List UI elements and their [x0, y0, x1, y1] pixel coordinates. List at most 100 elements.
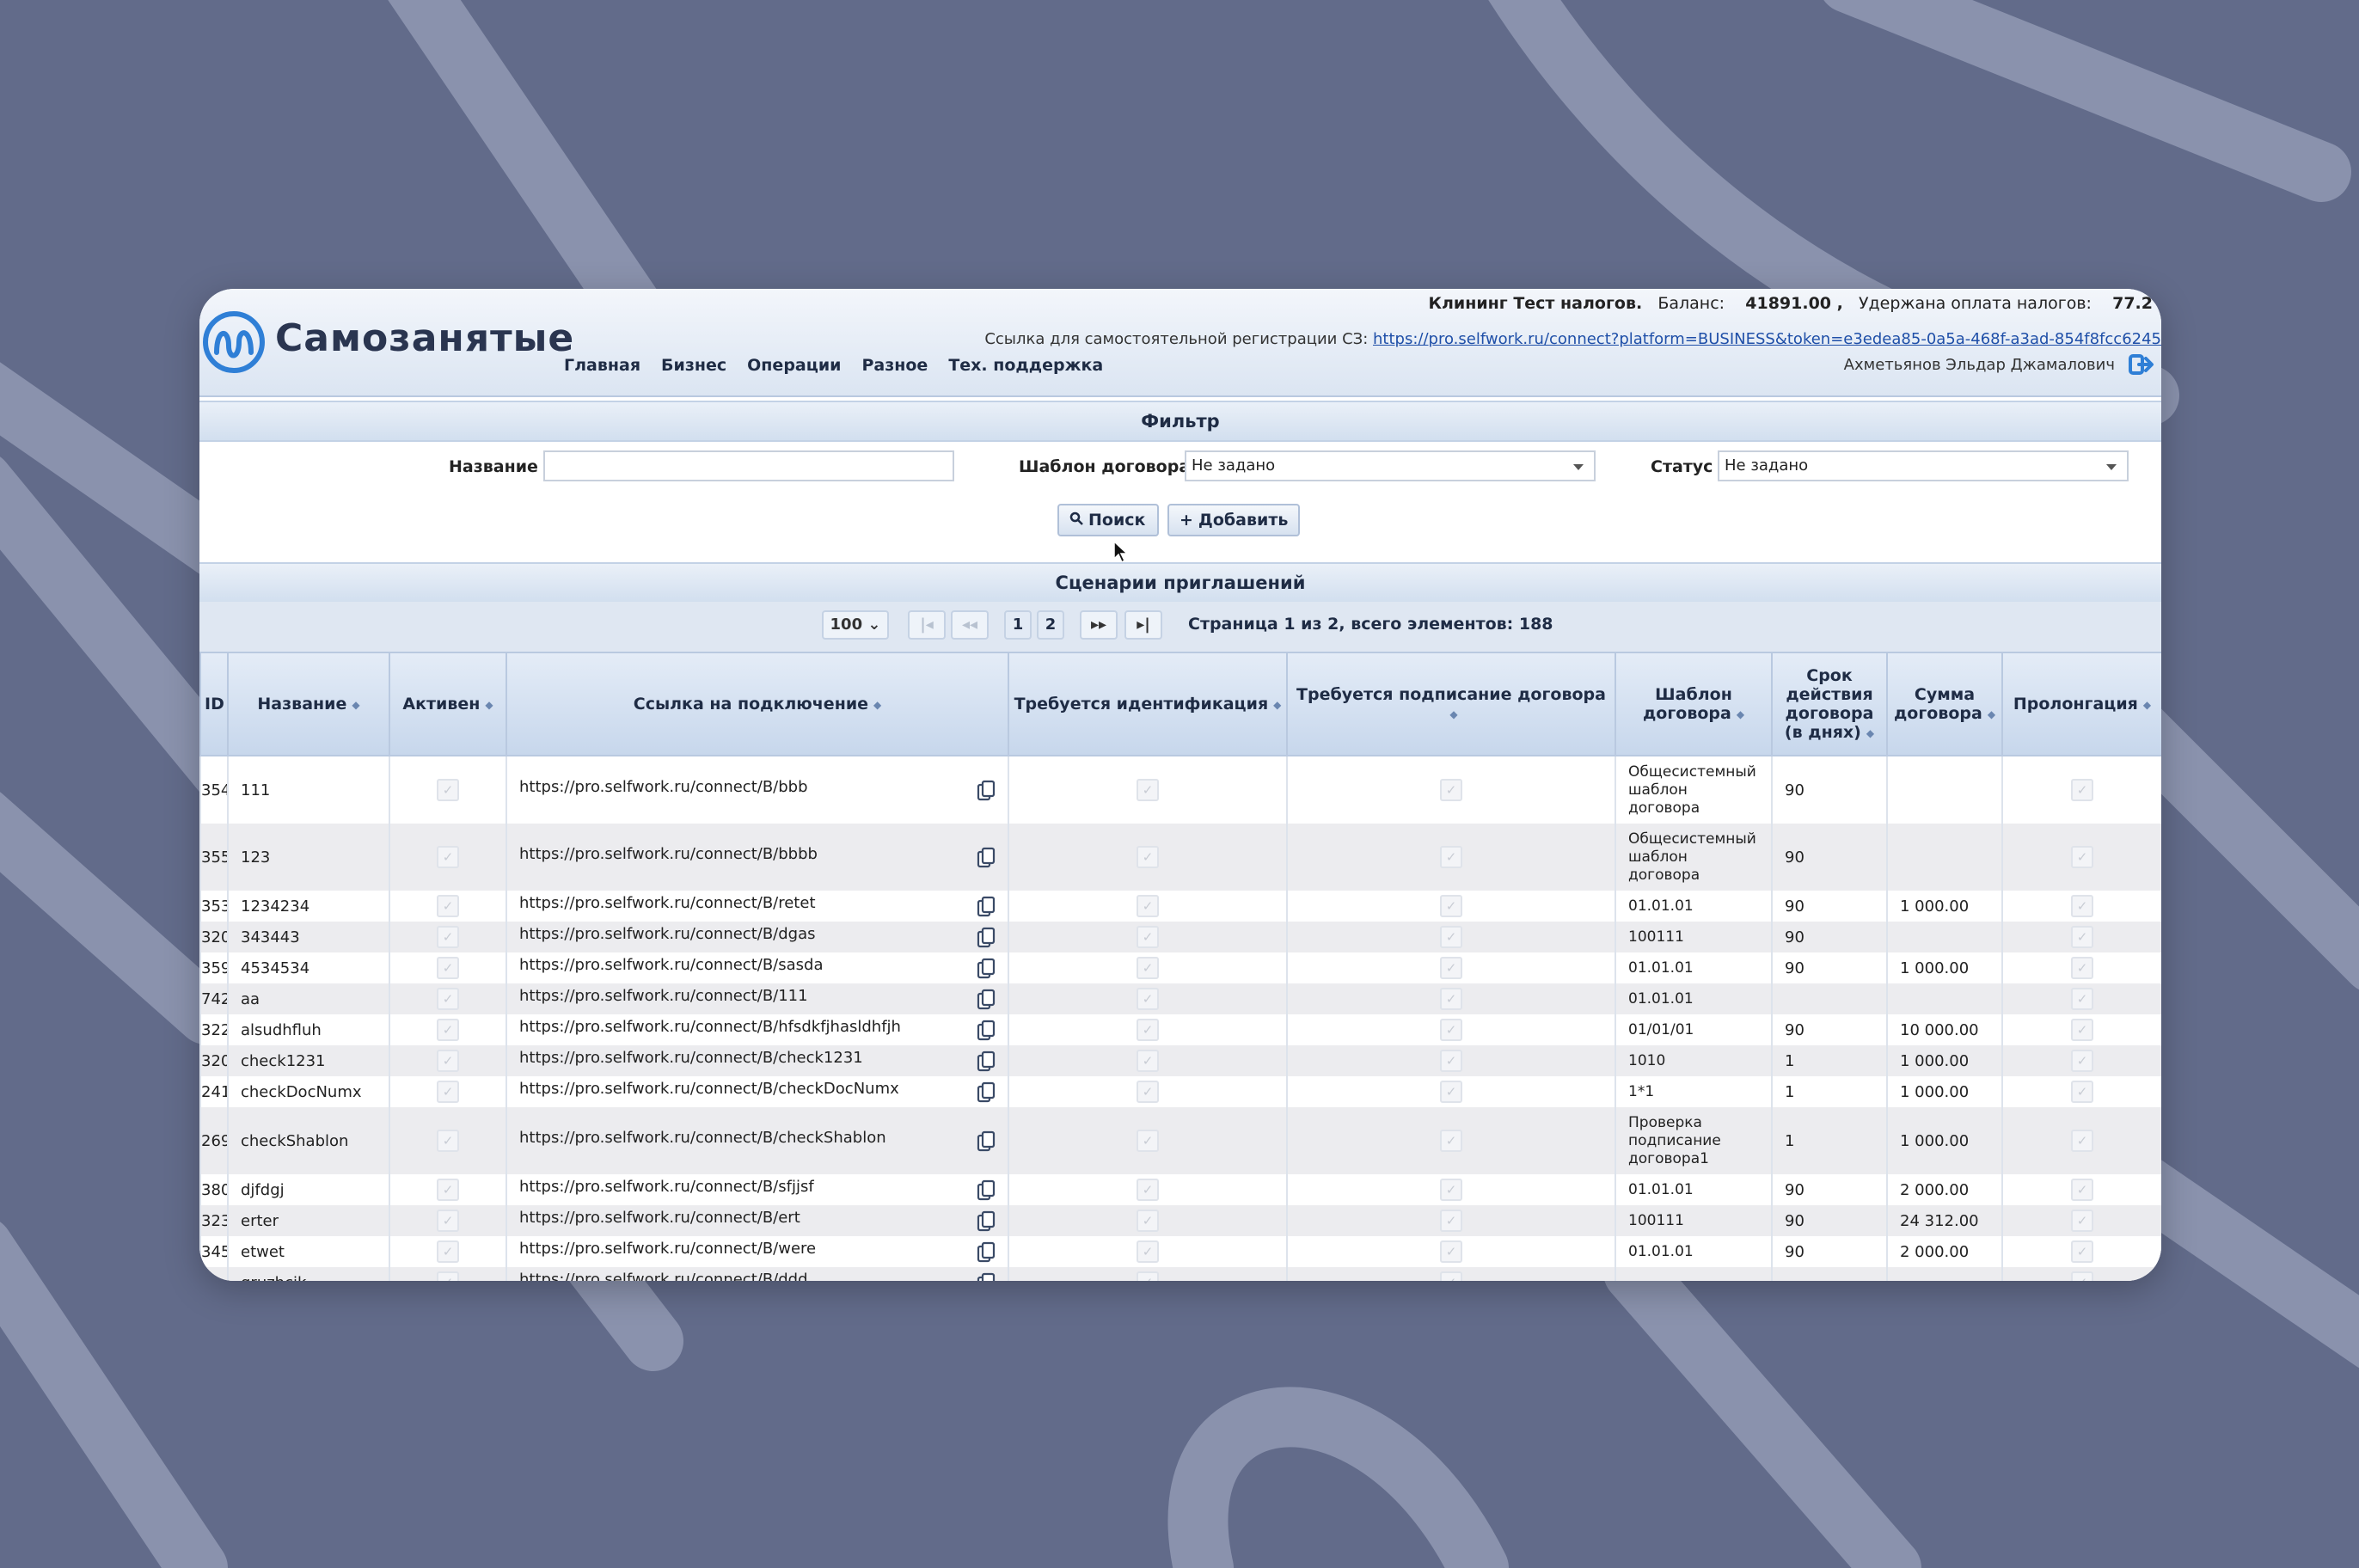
checkbox-icon: ✓: [437, 1130, 459, 1152]
row-link-cell: https://pro.selfwork.ru/connect/B/hfsdkf…: [506, 1014, 1009, 1045]
search-button[interactable]: Поиск: [1057, 504, 1159, 536]
table-row[interactable]: 320 check1231 ✓ https://pro.selfwork.ru/con…: [199, 1045, 2161, 1076]
row-term: 1: [1771, 1107, 1888, 1174]
sort-icon[interactable]: ◆: [2143, 699, 2151, 711]
last-page-button[interactable]: ▸|: [1124, 610, 1162, 640]
row-signing: ✓: [1286, 952, 1616, 983]
row-sum: [1886, 756, 2003, 824]
table-row[interactable]: 320 343443 ✓ https://pro.selfwork.ru/connec…: [199, 922, 2161, 952]
row-id: 355: [199, 824, 229, 891]
col-signing[interactable]: Требуется подписание договора◆: [1286, 652, 1616, 756]
table-row[interactable]: gruzhcik ✓ https://pro.selfwork.ru/connect…: [199, 1267, 2161, 1281]
table-row[interactable]: 380 djfdgj ✓ https://pro.selfwork.ru/connec…: [199, 1174, 2161, 1205]
sort-icon[interactable]: ◆: [873, 699, 881, 711]
table-row[interactable]: 323 erter ✓ https://pro.selfwork.ru/connect…: [199, 1205, 2161, 1236]
row-identification: ✓: [1008, 756, 1288, 824]
registration-label: Ссылка для самостоятельной регистрации С…: [984, 330, 1369, 348]
nav-home[interactable]: Главная: [564, 356, 640, 375]
col-sum[interactable]: Сумма договора ◆: [1886, 652, 2003, 756]
registration-link[interactable]: https://pro.selfwork.ru/connect?platform…: [1373, 330, 2161, 348]
table-row[interactable]: 241 checkDocNumx ✓ https://pro.selfwork.ru/…: [199, 1076, 2161, 1107]
copy-icon[interactable]: [977, 927, 996, 949]
sort-icon[interactable]: ◆: [1988, 708, 1995, 720]
copy-icon[interactable]: [977, 847, 996, 869]
page-1-button[interactable]: 1: [1004, 610, 1032, 640]
col-prolongation[interactable]: Пролонгация ◆: [2001, 652, 2161, 756]
prev-page-button[interactable]: ◂◂: [951, 610, 989, 640]
copy-icon[interactable]: [977, 1241, 996, 1264]
nav-support[interactable]: Тех. поддержка: [948, 356, 1103, 375]
checkbox-icon: ✓: [437, 1019, 459, 1041]
copy-icon[interactable]: [977, 1020, 996, 1042]
name-input[interactable]: [543, 450, 954, 481]
row-active: ✓: [389, 922, 507, 952]
table-row[interactable]: 742 aa ✓ https://pro.selfwork.ru/connect/B/…: [199, 983, 2161, 1014]
row-signing: ✓: [1286, 824, 1616, 891]
row-name: gruzhcik: [227, 1267, 390, 1281]
page-2-button[interactable]: 2: [1037, 610, 1064, 640]
col-link[interactable]: Ссылка на подключение ◆: [506, 652, 1009, 756]
col-name[interactable]: Название ◆: [227, 652, 390, 756]
col-id[interactable]: ID: [199, 652, 229, 756]
template-select[interactable]: Не задано: [1185, 450, 1596, 481]
row-template: Проверка подписание договора1: [1615, 1107, 1773, 1174]
copy-icon[interactable]: [977, 1130, 996, 1153]
sort-icon[interactable]: ◆: [1866, 727, 1874, 739]
row-name: alsudhfluh: [227, 1014, 390, 1045]
sort-icon[interactable]: ◆: [1737, 708, 1744, 720]
col-identification[interactable]: Требуется идентификация ◆: [1008, 652, 1288, 756]
next-page-button[interactable]: ▸▸: [1080, 610, 1118, 640]
col-term[interactable]: Срок действия договора (в днях) ◆: [1771, 652, 1888, 756]
row-sum: [1886, 983, 2003, 1014]
row-template: 01.01.01: [1615, 952, 1773, 983]
copy-icon[interactable]: [977, 1210, 996, 1233]
nav-misc[interactable]: Разное: [861, 356, 928, 375]
checkbox-icon: ✓: [1137, 1130, 1159, 1152]
first-page-button[interactable]: |◂: [908, 610, 946, 640]
row-link: https://pro.selfwork.ru/connect/B/checkD…: [519, 1080, 899, 1098]
table-row[interactable]: 269 checkShablon ✓ https://pro.selfwork.ru/…: [199, 1107, 2161, 1174]
copy-icon[interactable]: [977, 1081, 996, 1104]
status-select[interactable]: Не задано: [1718, 450, 2129, 481]
copy-icon[interactable]: [977, 989, 996, 1011]
table-row[interactable]: 345 etwet ✓ https://pro.selfwork.ru/connect…: [199, 1236, 2161, 1267]
row-identification: ✓: [1008, 1236, 1288, 1267]
row-active: ✓: [389, 1014, 507, 1045]
row-link: https://pro.selfwork.ru/connect/B/sasda: [519, 956, 824, 974]
checkbox-icon: ✓: [1440, 1240, 1462, 1263]
page-size-select[interactable]: 100 ⌄: [822, 610, 889, 640]
sort-icon[interactable]: ◆: [1449, 708, 1457, 720]
user-name: Ахметьянов Эльдар Джамалович: [1843, 356, 2115, 374]
checkbox-icon: ✓: [1137, 926, 1159, 948]
sort-icon[interactable]: ◆: [352, 699, 359, 711]
nav-operations[interactable]: Операции: [747, 356, 841, 375]
row-sum: [1886, 922, 2003, 952]
copy-icon[interactable]: [977, 958, 996, 980]
table-row[interactable]: 354 111 ✓ https://pro.selfwork.ru/connect/B…: [199, 756, 2161, 824]
copy-icon[interactable]: [977, 1050, 996, 1073]
row-id: 353: [199, 891, 229, 922]
col-template[interactable]: Шаблон договора ◆: [1615, 652, 1773, 756]
row-signing: ✓: [1286, 1174, 1616, 1205]
sort-icon[interactable]: ◆: [1273, 699, 1281, 711]
table-row[interactable]: 353 1234234 ✓ https://pro.selfwork.ru/conne…: [199, 891, 2161, 922]
copy-icon[interactable]: [977, 896, 996, 918]
checkbox-icon: ✓: [2071, 1081, 2093, 1103]
row-prolongation: ✓: [2001, 952, 2161, 983]
table-row[interactable]: 355 123 ✓ https://pro.selfwork.ru/connect/B…: [199, 824, 2161, 891]
checkbox-icon: ✓: [1440, 1050, 1462, 1072]
checkbox-icon: ✓: [2071, 846, 2093, 868]
tax-value: 77.2: [2112, 294, 2153, 313]
row-link: https://pro.selfwork.ru/connect/B/bbbb: [519, 845, 818, 863]
copy-icon[interactable]: [977, 1272, 996, 1281]
col-active[interactable]: Активен ◆: [389, 652, 507, 756]
table-row[interactable]: 359 4534534 ✓ https://pro.selfwork.ru/conne…: [199, 952, 2161, 983]
table-row[interactable]: 322 alsudhfluh ✓ https://pro.selfwork.ru/co…: [199, 1014, 2161, 1045]
sort-icon[interactable]: ◆: [485, 699, 493, 711]
row-name: checkDocNumx: [227, 1076, 390, 1107]
copy-icon[interactable]: [977, 1179, 996, 1202]
add-button[interactable]: + Добавить: [1167, 504, 1300, 536]
copy-icon[interactable]: [977, 780, 996, 802]
nav-business[interactable]: Бизнес: [661, 356, 726, 375]
logout-icon[interactable]: [2129, 352, 2154, 377]
